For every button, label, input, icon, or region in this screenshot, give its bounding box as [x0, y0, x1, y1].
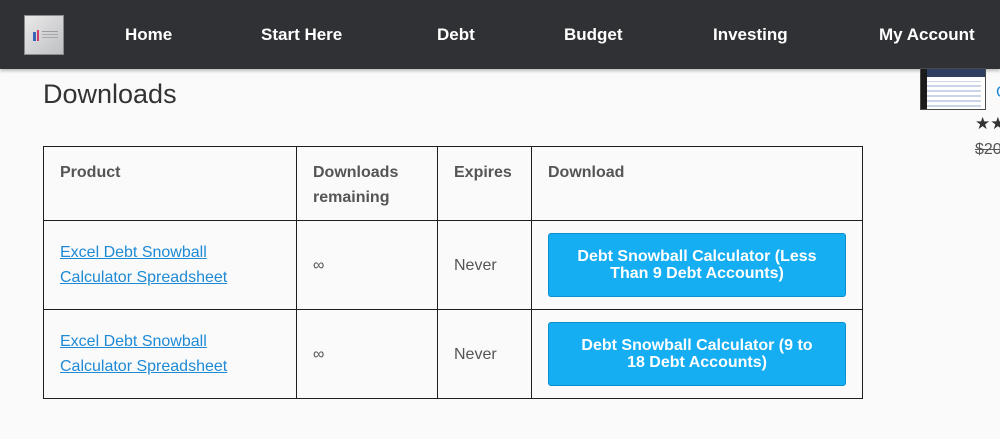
download-cell: Debt Snowball Calculator (9 to 18 Debt A…	[531, 309, 863, 399]
downloads-table: Product Downloads remaining Expires Down…	[43, 146, 863, 399]
expires-cell: Never	[437, 309, 532, 399]
product-link[interactable]: Excel Debt Snowball Calculator Spreadshe…	[60, 240, 280, 290]
sidebar-price: $20	[975, 141, 1000, 158]
table-header-row: Product Downloads remaining Expires Down…	[43, 146, 863, 221]
download-button[interactable]: Debt Snowball Calculator (Less Than 9 De…	[548, 233, 846, 297]
header-downloads-remaining: Downloads remaining	[296, 146, 438, 221]
table-row: Excel Debt Snowball Calculator Spreadshe…	[43, 220, 863, 310]
nav-item-debt[interactable]: Debt	[437, 24, 475, 46]
table-row: Excel Debt Snowball Calculator Spreadshe…	[43, 309, 863, 399]
download-button[interactable]: Debt Snowball Calculator (9 to 18 Debt A…	[548, 322, 846, 386]
page-title: Downloads	[43, 79, 177, 109]
product-link[interactable]: Excel Debt Snowball Calculator Spreadshe…	[60, 329, 280, 379]
downloads-remaining-cell: ∞	[296, 309, 438, 399]
expires-cell: Never	[437, 220, 532, 310]
top-navigation-bar: Home Start Here Debt Budget Investing My…	[0, 0, 1000, 69]
sidebar-product-link[interactable]: C	[996, 86, 1000, 100]
site-logo-icon[interactable]	[24, 15, 64, 55]
download-cell: Debt Snowball Calculator (Less Than 9 De…	[531, 220, 863, 310]
nav-item-investing[interactable]: Investing	[713, 24, 788, 46]
nav-item-home[interactable]: Home	[125, 24, 172, 46]
product-cell: Excel Debt Snowball Calculator Spreadshe…	[43, 309, 297, 399]
header-product: Product	[43, 146, 297, 221]
downloads-remaining-cell: ∞	[296, 220, 438, 310]
nav-item-start-here[interactable]: Start Here	[261, 24, 342, 46]
product-cell: Excel Debt Snowball Calculator Spreadshe…	[43, 220, 297, 310]
nav-item-budget[interactable]: Budget	[564, 24, 623, 46]
header-download: Download	[531, 146, 863, 221]
nav-item-my-account[interactable]: My Account	[879, 24, 975, 46]
sidebar-rating-stars: ★★	[975, 115, 1000, 133]
header-expires: Expires	[437, 146, 532, 221]
sidebar-product-thumbnail[interactable]	[920, 68, 986, 110]
